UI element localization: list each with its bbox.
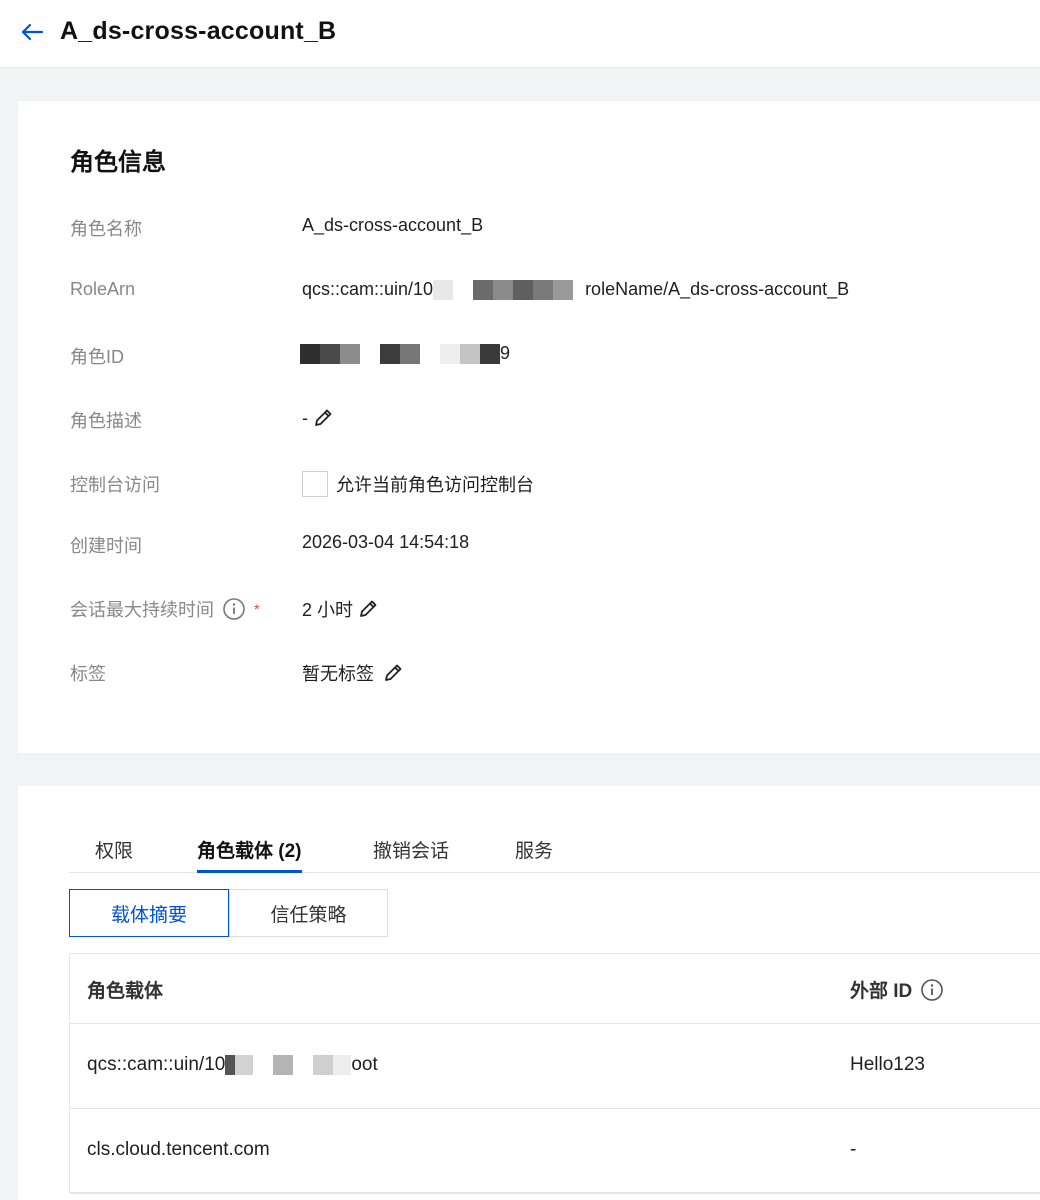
carrier-suffix: oot [351, 1054, 378, 1075]
role-carrier-card: 权限 角色载体 (2) 撤销会话 服务 载体摘要 信任策略 角色载体 外部 ID… [18, 786, 1040, 1200]
max-session-row: 会话最大持续时间 * 2 小时 [18, 593, 1040, 623]
segment-trust-policy[interactable]: 信任策略 [229, 889, 388, 937]
edit-pencil-icon[interactable] [312, 407, 334, 429]
role-description-label: 角色描述 [70, 411, 142, 431]
role-name-label: 角色名称 [70, 219, 142, 239]
tab-permissions[interactable]: 权限 [95, 836, 133, 873]
created-at-row: 创建时间 2026-03-04 14:54:18 [18, 529, 1040, 559]
console-access-label: 控制台访问 [70, 475, 160, 495]
tab-service[interactable]: 服务 [515, 836, 553, 873]
required-mark: * [254, 601, 260, 617]
table-header: 角色载体 外部 ID [70, 954, 1040, 1024]
edit-pencil-icon[interactable] [382, 662, 404, 684]
max-session-label-text: 会话最大持续时间 [70, 600, 214, 620]
role-id-suffix: 9 [500, 343, 511, 363]
info-icon[interactable] [920, 978, 944, 1002]
page-title: A_ds-cross-account_B [60, 17, 337, 45]
top-bar: A_ds-cross-account_B [0, 0, 1040, 68]
table-row: cls.cloud.tencent.com - [70, 1109, 1040, 1194]
table-row: qcs::cam::uin/10 oot Hello123 [70, 1024, 1040, 1109]
role-id-label: 角色ID [70, 347, 124, 367]
redacted-mask [225, 1055, 352, 1075]
external-id-cell: - [850, 1139, 857, 1160]
max-session-label: 会话最大持续时间 * [70, 596, 259, 622]
info-icon[interactable] [222, 597, 246, 621]
role-name-value: A_ds-cross-account_B [302, 215, 484, 235]
console-access-row: 控制台访问 允许当前角色访问控制台 [18, 468, 1040, 498]
console-access-checkbox-label[interactable]: 允许当前角色访问控制台 [336, 471, 534, 497]
tab-revoke-session[interactable]: 撤销会话 [373, 836, 449, 873]
role-id-row: 角色ID 9 [18, 340, 1040, 370]
role-arn-row: RoleArn qcs::cam::uin/10 roleName/A_ds-c… [18, 276, 1040, 306]
role-description-value: - [302, 407, 334, 429]
role-info-title: 角色信息 [70, 149, 166, 176]
tags-row: 标签 暂无标签 [18, 657, 1040, 687]
created-at-label: 创建时间 [70, 536, 142, 556]
redacted-mask [300, 343, 500, 364]
max-session-text: 2 小时 [302, 600, 354, 620]
tab-bar: 权限 角色载体 (2) 撤销会话 服务 [69, 830, 1040, 873]
tags-value: 暂无标签 [302, 660, 404, 686]
role-arn-prefix: qcs::cam::uin/10 [302, 279, 434, 299]
role-arn-label: RoleArn [70, 279, 136, 299]
column-header-carrier: 角色载体 [87, 981, 164, 1002]
role-id-value: 9 [300, 343, 510, 364]
carrier-prefix: qcs::cam::uin/10 [87, 1054, 226, 1075]
edit-pencil-icon[interactable] [357, 598, 379, 620]
tags-label: 标签 [70, 664, 106, 684]
role-arn-value: qcs::cam::uin/10 roleName/A_ds-cross-acc… [302, 279, 849, 300]
segment-carrier-summary[interactable]: 载体摘要 [69, 889, 229, 937]
role-description-row: 角色描述 - [18, 404, 1040, 434]
carrier-cell: qcs::cam::uin/10 oot [87, 1054, 378, 1076]
carrier-table: 角色载体 外部 ID qcs::cam::uin/10 oot Hello123… [69, 953, 1040, 1194]
max-session-value: 2 小时 [302, 596, 379, 622]
external-id-cell: Hello123 [850, 1054, 925, 1075]
redacted-mask [433, 279, 586, 300]
column-header-external-id: 外部 ID [850, 976, 944, 1003]
console-access-value: 允许当前角色访问控制台 [302, 471, 534, 497]
role-info-card: 角色信息 角色名称 A_ds-cross-account_B RoleArn q… [18, 101, 1040, 753]
role-description-text: - [302, 407, 308, 428]
column-header-external-id-text: 外部 ID [850, 981, 913, 1002]
role-arn-suffix: roleName/A_ds-cross-account_B [585, 279, 850, 299]
console-access-checkbox[interactable] [302, 471, 328, 497]
back-arrow-icon[interactable] [18, 20, 46, 44]
carrier-cell: cls.cloud.tencent.com [87, 1139, 270, 1160]
tags-text: 暂无标签 [302, 664, 374, 684]
created-at-value: 2026-03-04 14:54:18 [302, 532, 470, 552]
tab-role-carrier[interactable]: 角色载体 (2) [197, 836, 302, 873]
role-name-row: 角色名称 A_ds-cross-account_B [18, 212, 1040, 242]
